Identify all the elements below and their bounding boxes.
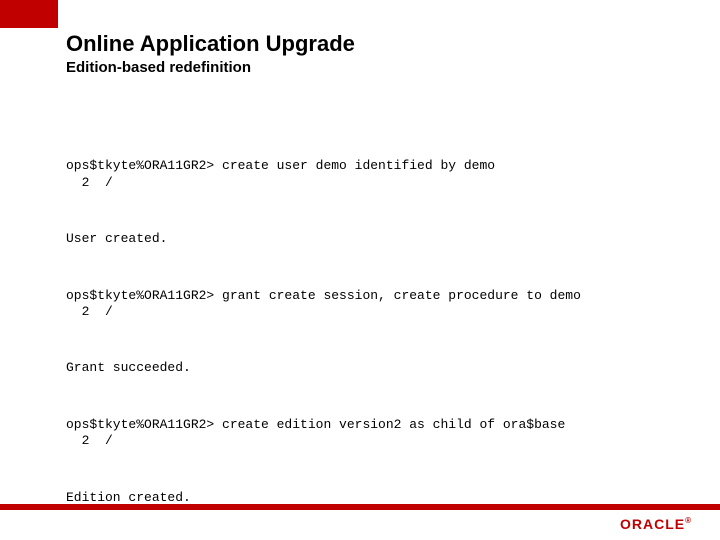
slide-subtitle: Edition-based redefinition (66, 59, 251, 76)
brand-name: ORACLE (620, 516, 685, 532)
terminal-block: ops$tkyte%ORA11GR2> create edition versi… (66, 417, 680, 450)
slide-title: Online Application Upgrade (66, 31, 355, 57)
slide: Online Application Upgrade Edition-based… (0, 0, 720, 540)
terminal-output: ops$tkyte%ORA11GR2> create user demo ide… (66, 142, 680, 540)
terminal-block: Grant succeeded. (66, 360, 680, 376)
terminal-block: ops$tkyte%ORA11GR2> create user demo ide… (66, 158, 680, 191)
accent-block (0, 0, 58, 28)
brand-logo: ORACLE® (620, 516, 692, 532)
terminal-block: User created. (66, 231, 680, 247)
footer-bar (0, 504, 720, 510)
terminal-block: ops$tkyte%ORA11GR2> grant create session… (66, 288, 680, 321)
brand-reg: ® (685, 516, 692, 525)
